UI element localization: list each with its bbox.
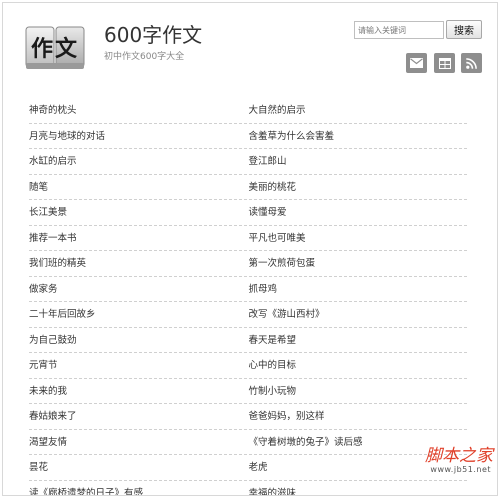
list-row: 做家务 抓母鸡 bbox=[29, 277, 468, 302]
article-link[interactable]: 月亮与地球的对话 bbox=[29, 124, 248, 149]
logo-text: 作文 bbox=[31, 36, 79, 62]
list-row: 读《廊桥遗梦的日子》有感 幸福的滋味 bbox=[29, 481, 468, 496]
list-row: 二十年后回故乡 改写《游山西村》 bbox=[29, 302, 467, 328]
article-link[interactable]: 读懂母爱 bbox=[248, 200, 468, 225]
search-button[interactable]: 搜索 bbox=[446, 20, 482, 39]
article-link[interactable]: 心中的目标 bbox=[248, 353, 468, 378]
site-subtitle: 初中作文600字大全 bbox=[104, 52, 185, 62]
list-row: 水缸的启示 登江郎山 bbox=[29, 149, 467, 175]
article-link[interactable]: 渴望友情 bbox=[29, 430, 248, 455]
table-icon[interactable] bbox=[434, 53, 455, 73]
article-link[interactable]: 元宵节 bbox=[29, 353, 248, 378]
list-row: 推荐一本书 平凡也可唯美 bbox=[29, 226, 468, 251]
logo[interactable]: 作文 bbox=[25, 25, 85, 71]
watermark-url: www.jb51.net bbox=[430, 465, 491, 474]
article-link[interactable]: 竹制小玩物 bbox=[248, 379, 468, 404]
list-row: 神奇的枕头 大自然的启示 bbox=[29, 98, 467, 124]
article-link[interactable]: 春姑娘来了 bbox=[29, 404, 248, 429]
article-link[interactable]: 推荐一本书 bbox=[29, 226, 248, 251]
article-link[interactable]: 抓母鸡 bbox=[248, 277, 468, 302]
watermark: 脚本之家 www.jb51.net bbox=[383, 441, 493, 481]
rss-icon[interactable] bbox=[461, 53, 482, 73]
article-link[interactable]: 随笔 bbox=[29, 175, 248, 200]
article-link[interactable]: 未来的我 bbox=[29, 379, 248, 404]
article-link[interactable]: 爸爸妈妈，别这样 bbox=[248, 404, 468, 429]
watermark-title: 脚本之家 bbox=[425, 446, 493, 466]
article-link[interactable]: 昙花 bbox=[29, 455, 248, 480]
article-link[interactable]: 大自然的启示 bbox=[248, 98, 468, 123]
article-link[interactable]: 水缸的启示 bbox=[29, 149, 248, 174]
list-row: 为自己鼓劲 春天是希望 bbox=[29, 328, 468, 353]
page-frame: 作文 600字作文 初中作文600字大全 搜索 神奇的枕头 大自然的启示 bbox=[2, 2, 498, 496]
list-row: 随笔 美丽的桃花 bbox=[29, 175, 468, 200]
list-row: 月亮与地球的对话 含羞草为什么会害羞 bbox=[29, 124, 468, 149]
article-link[interactable]: 平凡也可唯美 bbox=[248, 226, 468, 251]
list-row: 元宵节 心中的目标 bbox=[29, 353, 467, 379]
article-link[interactable]: 长江美景 bbox=[29, 200, 248, 225]
mail-icon[interactable] bbox=[406, 53, 427, 73]
article-link[interactable]: 登江郎山 bbox=[248, 149, 468, 174]
list-row: 我们班的精英 第一次煎荷包蛋 bbox=[29, 251, 467, 277]
article-link[interactable]: 读《廊桥遗梦的日子》有感 bbox=[29, 481, 248, 496]
article-link[interactable]: 做家务 bbox=[29, 277, 248, 302]
article-link[interactable]: 含羞草为什么会害羞 bbox=[248, 124, 468, 149]
article-link[interactable]: 改写《游山西村》 bbox=[248, 302, 468, 327]
article-link[interactable]: 神奇的枕头 bbox=[29, 98, 248, 123]
search-input[interactable] bbox=[354, 21, 444, 39]
list-row: 春姑娘来了 爸爸妈妈，别这样 bbox=[29, 404, 467, 430]
article-link[interactable]: 二十年后回故乡 bbox=[29, 302, 248, 327]
site-title[interactable]: 600字作文 bbox=[104, 19, 202, 48]
article-link[interactable]: 我们班的精英 bbox=[29, 251, 248, 276]
article-list: 神奇的枕头 大自然的启示 月亮与地球的对话 含羞草为什么会害羞 水缸的启示 登江… bbox=[29, 98, 468, 496]
article-link[interactable]: 为自己鼓劲 bbox=[29, 328, 248, 353]
list-row: 未来的我 竹制小玩物 bbox=[29, 379, 468, 404]
article-link[interactable]: 美丽的桃花 bbox=[248, 175, 468, 200]
article-link[interactable]: 春天是希望 bbox=[248, 328, 468, 353]
article-link[interactable]: 幸福的滋味 bbox=[248, 481, 468, 496]
article-link[interactable]: 第一次煎荷包蛋 bbox=[248, 251, 468, 276]
list-row: 长江美景 读懂母爱 bbox=[29, 200, 467, 226]
